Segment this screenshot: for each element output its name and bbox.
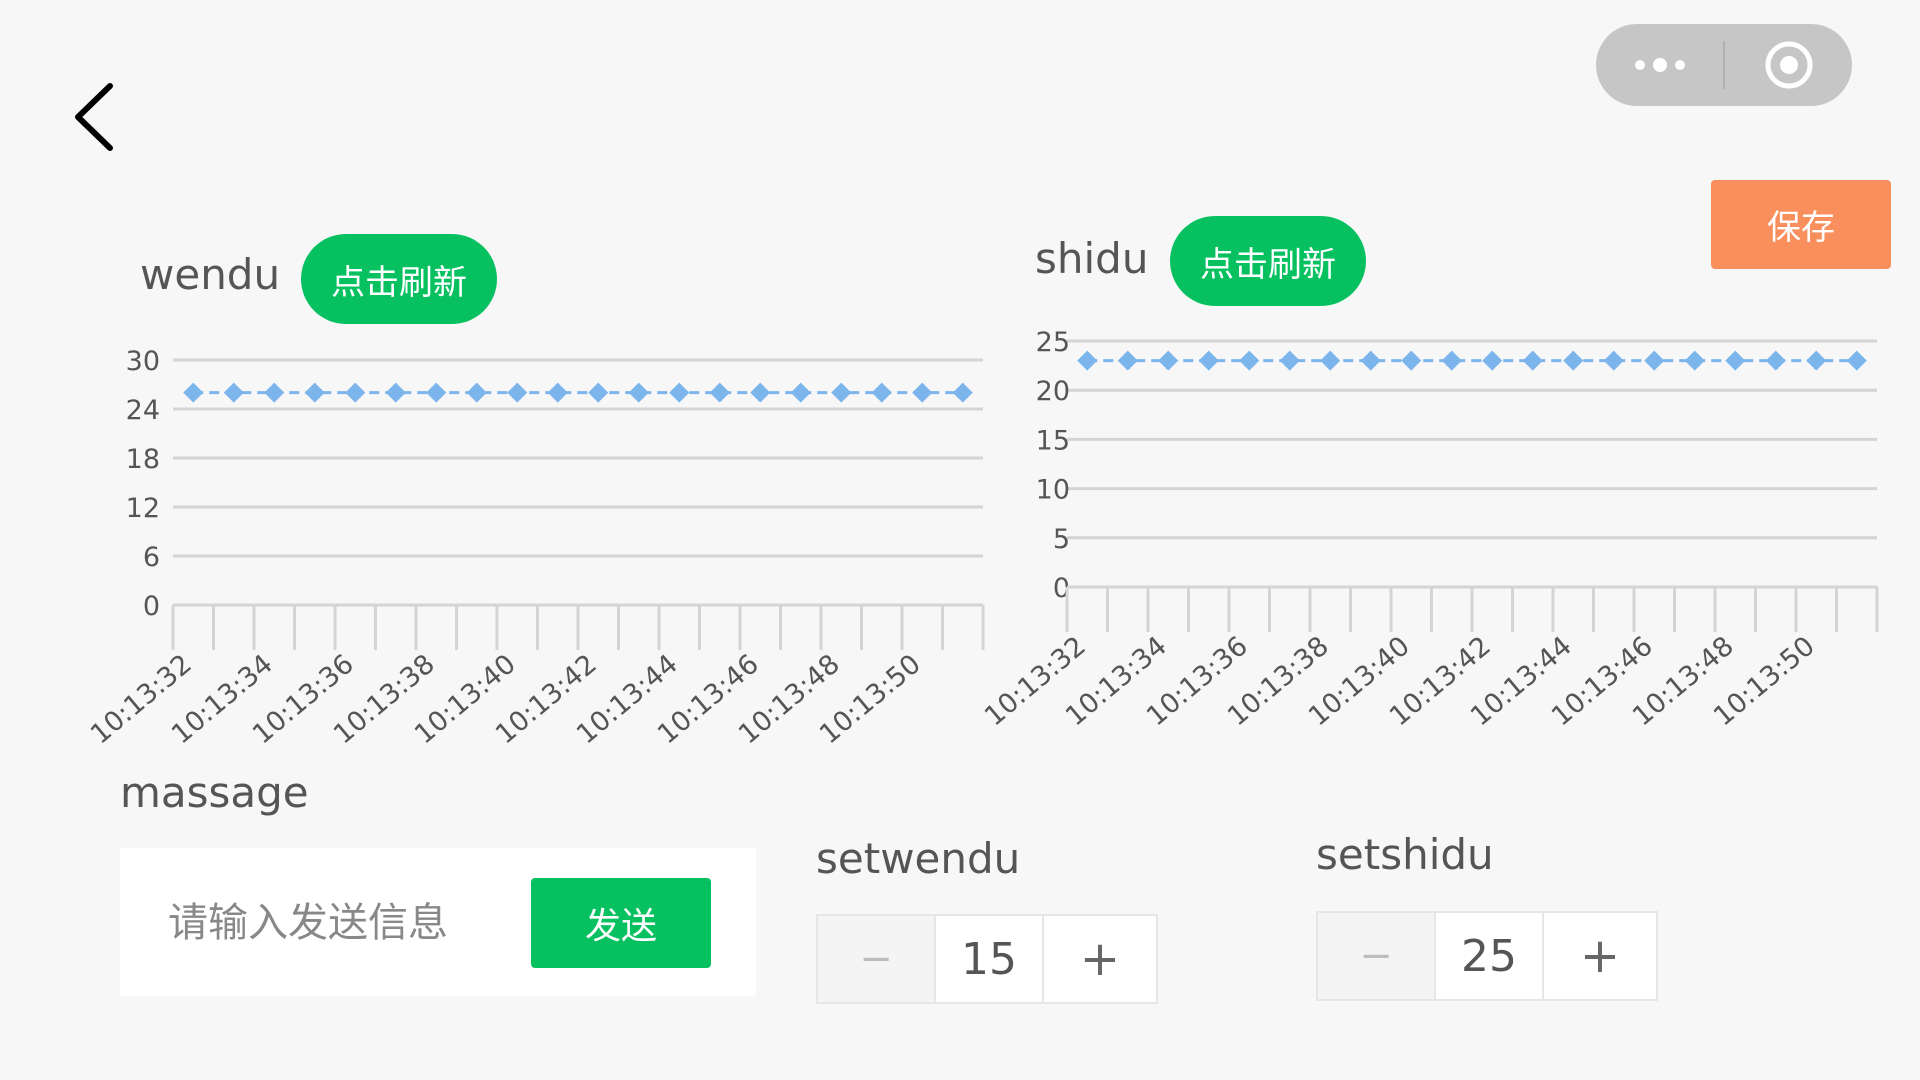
wendu-data-point	[709, 382, 730, 403]
shidu-data-point	[1522, 350, 1543, 371]
setwendu-value[interactable]: 15	[934, 916, 1044, 1002]
shidu-data-point	[1198, 350, 1219, 371]
wendu-data-point	[304, 382, 325, 403]
wendu-y-tick-label: 24	[126, 395, 160, 426]
setshidu-label: setshidu	[1316, 830, 1494, 879]
shidu-data-point	[1158, 350, 1179, 371]
shidu-data-point	[1684, 350, 1705, 371]
wendu-data-point	[183, 382, 204, 403]
wendu-data-point	[507, 382, 528, 403]
shidu-data-point	[1846, 350, 1867, 371]
shidu-data-point	[1806, 350, 1827, 371]
setwendu-label: setwendu	[816, 834, 1021, 883]
shidu-data-point	[1603, 350, 1624, 371]
charts-canvas: 061218243010:13:3210:13:3410:13:3610:13:…	[85, 327, 1879, 750]
message-input[interactable]	[166, 888, 510, 958]
wendu-data-point	[952, 382, 973, 403]
wendu-y-tick-label: 12	[126, 493, 160, 524]
send-button[interactable]: 发送	[531, 878, 711, 968]
shidu-data-point	[1077, 350, 1098, 371]
setshidu-stepper: − 25 +	[1316, 911, 1658, 1001]
wendu-y-tick-label: 0	[143, 591, 160, 622]
setwendu-increment-button[interactable]: +	[1044, 916, 1156, 1002]
shidu-data-point	[1563, 350, 1584, 371]
shidu-data-point	[1320, 350, 1341, 371]
wendu-data-point	[466, 382, 487, 403]
shidu-data-point	[1765, 350, 1786, 371]
shidu-y-tick-label: 5	[1053, 524, 1070, 555]
shidu-y-tick-label: 25	[1036, 327, 1070, 358]
message-label: massage	[120, 768, 309, 817]
wendu-y-tick-label: 6	[143, 542, 160, 573]
wendu-data-point	[871, 382, 892, 403]
wendu-data-point	[669, 382, 690, 403]
wendu-data-point	[426, 382, 447, 403]
wendu-data-point	[385, 382, 406, 403]
shidu-data-point	[1441, 350, 1462, 371]
wendu-data-point	[588, 382, 609, 403]
shidu-data-point	[1725, 350, 1746, 371]
wendu-data-point	[912, 382, 933, 403]
shidu-data-point	[1279, 350, 1300, 371]
wendu-data-point	[264, 382, 285, 403]
wendu-y-tick-label: 18	[126, 444, 160, 475]
setwendu-decrement-button[interactable]: −	[818, 916, 934, 1002]
wendu-data-point	[831, 382, 852, 403]
setwendu-stepper: − 15 +	[816, 914, 1158, 1004]
setshidu-decrement-button[interactable]: −	[1318, 913, 1434, 999]
wendu-data-point	[628, 382, 649, 403]
shidu-y-tick-label: 10	[1036, 475, 1070, 506]
setshidu-value[interactable]: 25	[1434, 913, 1544, 999]
wendu-data-point	[547, 382, 568, 403]
setshidu-increment-button[interactable]: +	[1544, 913, 1656, 999]
wendu-y-tick-label: 30	[126, 346, 160, 377]
shidu-y-tick-label: 15	[1036, 425, 1070, 456]
shidu-data-point	[1401, 350, 1422, 371]
shidu-data-point	[1482, 350, 1503, 371]
wendu-data-point	[345, 382, 366, 403]
message-box: 发送	[120, 848, 756, 996]
shidu-y-tick-label: 20	[1036, 376, 1070, 407]
shidu-data-point	[1644, 350, 1665, 371]
shidu-data-point	[1239, 350, 1260, 371]
wendu-data-point	[790, 382, 811, 403]
wendu-data-point	[223, 382, 244, 403]
shidu-data-point	[1117, 350, 1138, 371]
shidu-data-point	[1360, 350, 1381, 371]
wendu-data-point	[750, 382, 771, 403]
